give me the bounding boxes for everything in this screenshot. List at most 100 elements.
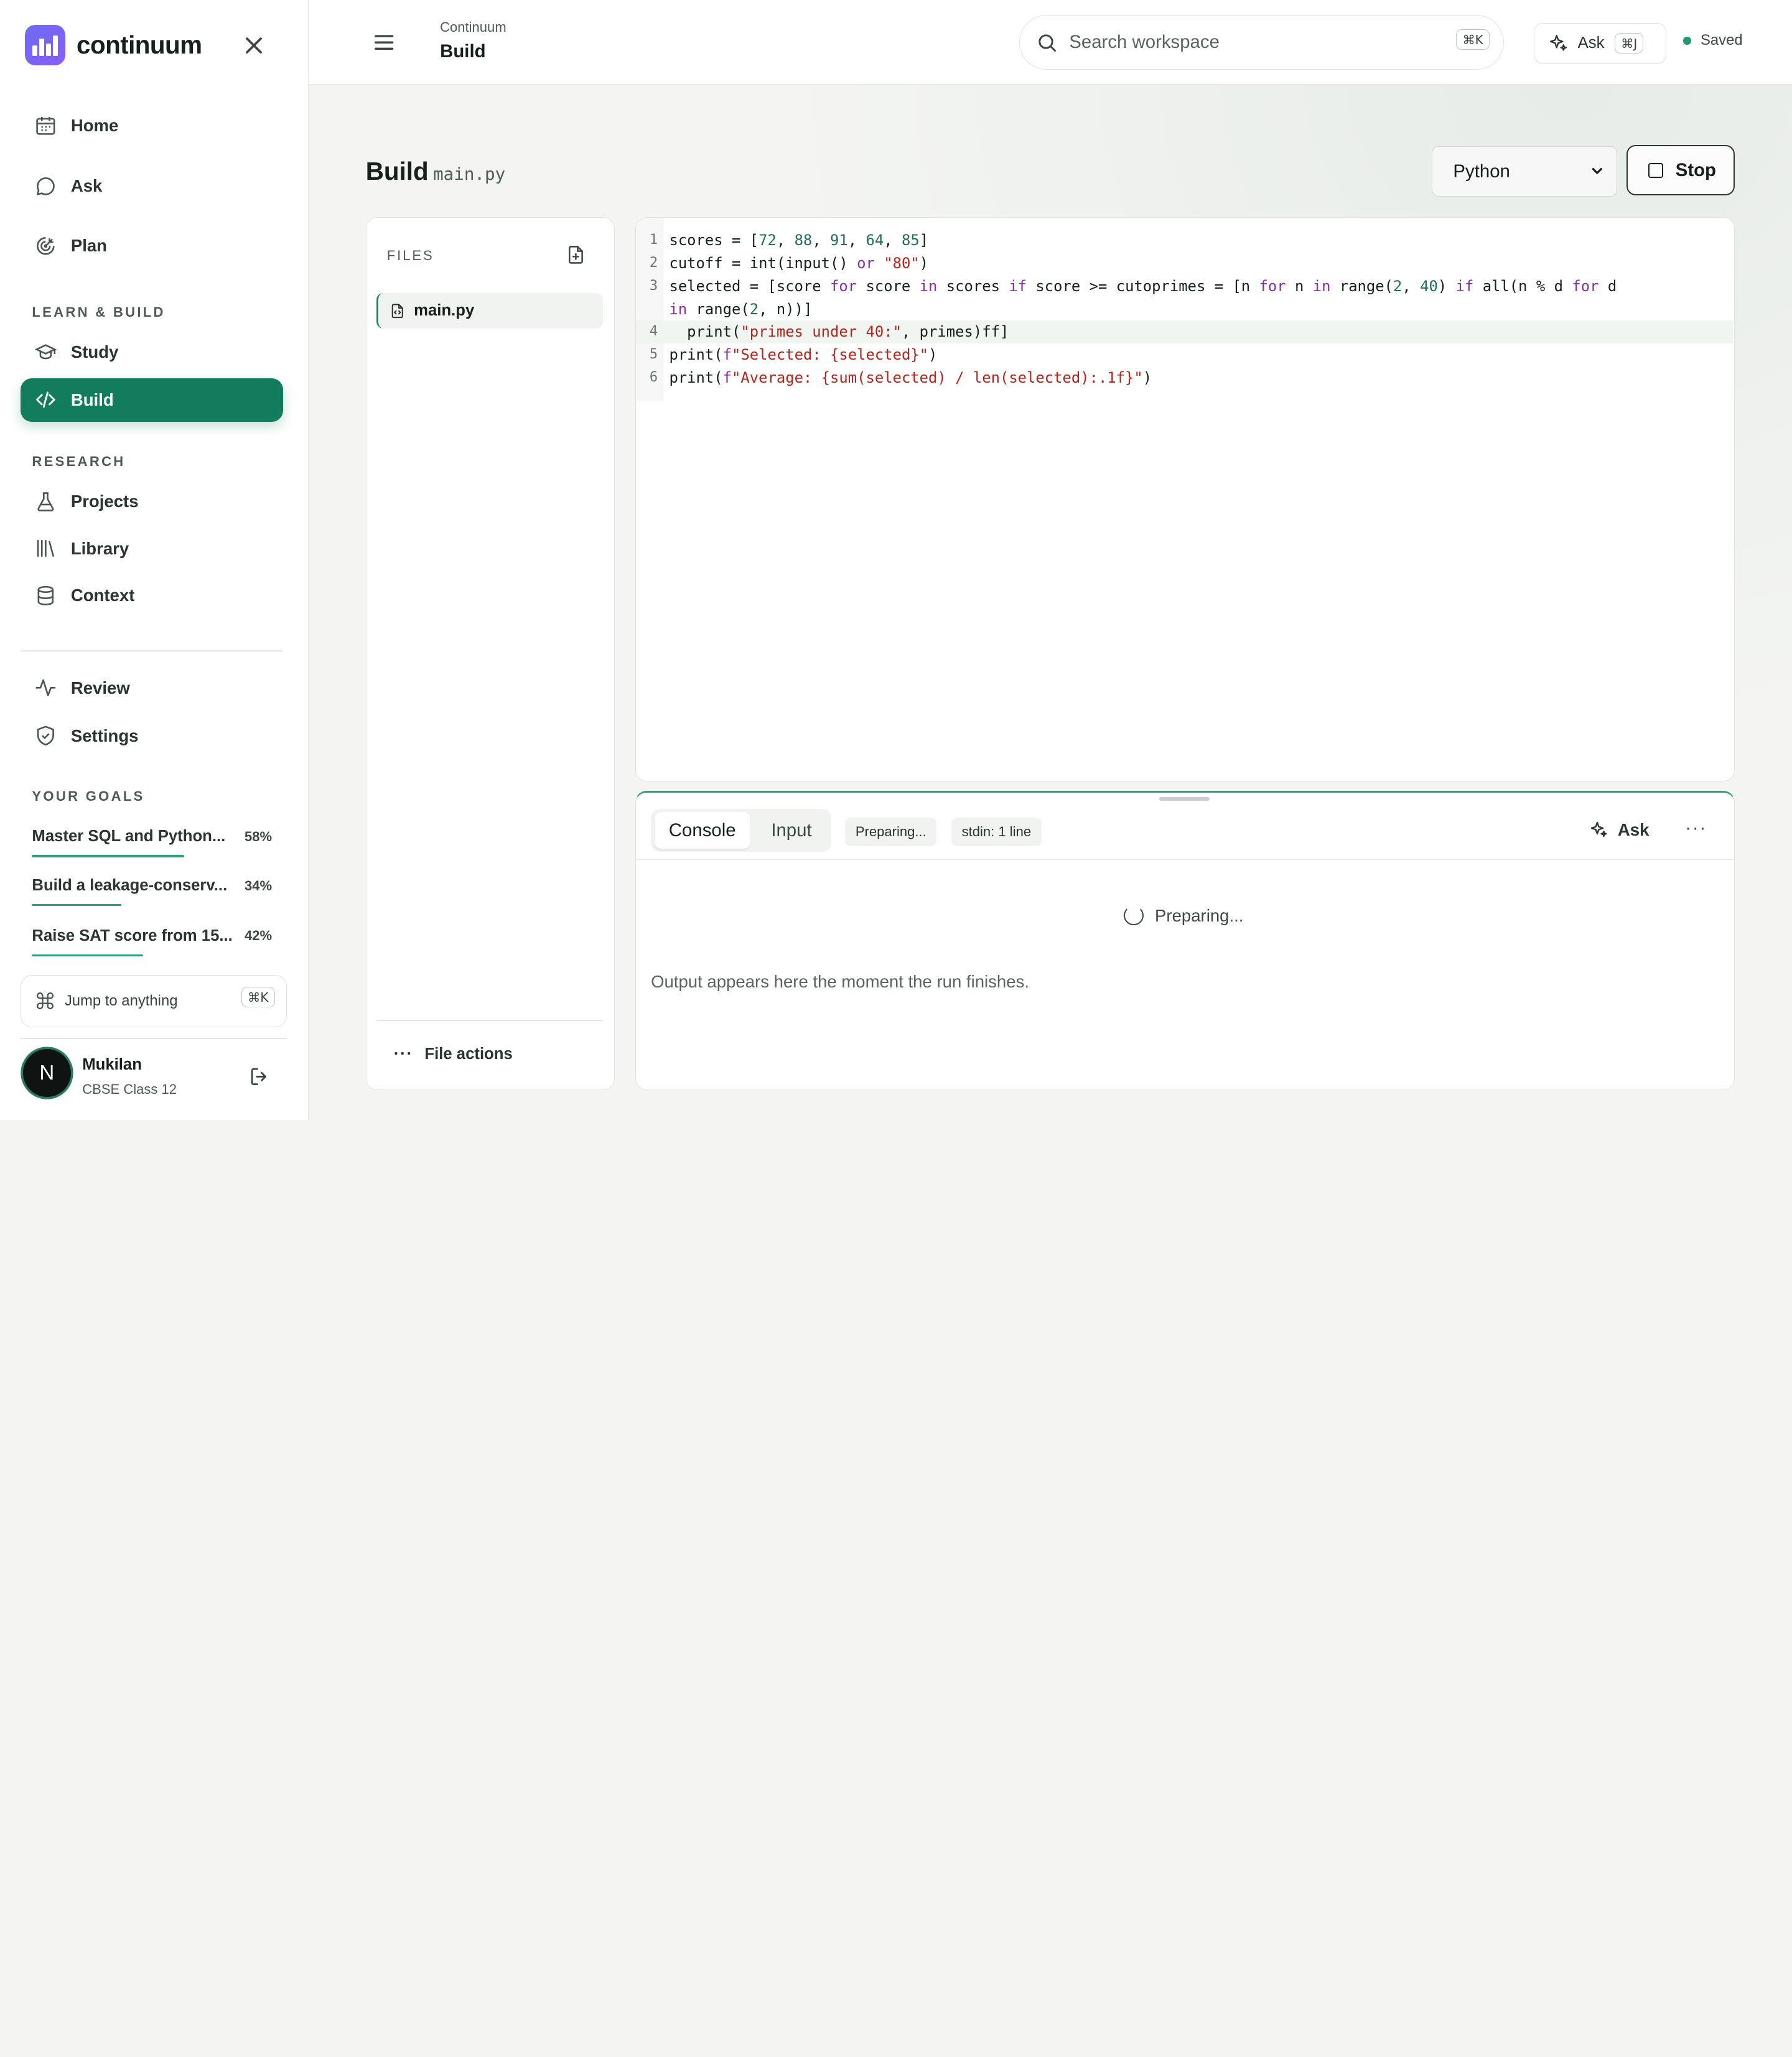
resize-handle[interactable] [1159, 797, 1210, 801]
user-subtitle: CBSE Class 12 [82, 1081, 177, 1097]
nav-context-label: Context [70, 585, 135, 605]
goal-item[interactable]: Master SQL and Python... 58% [32, 828, 272, 862]
code-line[interactable]: 5 print(f"Selected: {selected}") [636, 343, 1733, 366]
save-status-label: Saved [1700, 32, 1743, 49]
file-actions-button[interactable]: ··· File actions [394, 1045, 513, 1063]
nav-library[interactable]: Library [21, 527, 283, 571]
code-editor[interactable]: 1 scores = [72, 88, 91, 64, 85] 2 cutoff = … [635, 217, 1735, 782]
goal-item[interactable]: Raise SAT score from 15... 42% [32, 927, 272, 961]
sidebar-divider [21, 650, 284, 651]
logout-icon[interactable] [248, 1065, 271, 1088]
brand-name: continuum [77, 30, 202, 60]
user-name: Mukilan [82, 1056, 142, 1074]
jump-label: Jump to anything [64, 992, 178, 1009]
code-line[interactable]: 1 scores = [72, 88, 91, 64, 85] [636, 229, 1733, 252]
tab-console[interactable]: Console [654, 812, 750, 849]
brand[interactable]: continuum [25, 25, 202, 65]
sparkle-icon [1590, 822, 1607, 837]
nav-settings-label: Settings [70, 725, 139, 745]
activity-icon [35, 679, 56, 697]
nav-library-label: Library [70, 538, 129, 558]
nav-projects-label: Projects [70, 492, 139, 511]
console-tabs: Console Input [651, 808, 832, 852]
brand-logo-icon [25, 25, 65, 65]
ask-shortcut: ⌘J [1614, 33, 1644, 54]
console-hint: Output appears here the moment the run f… [651, 972, 1029, 992]
nav-ask[interactable]: Ask [21, 164, 283, 208]
console-more-button[interactable]: ··· [1685, 818, 1707, 839]
file-item-main-py[interactable]: main.py [376, 293, 603, 329]
breadcrumb-parent[interactable]: Continuum [440, 19, 506, 35]
search-shortcut: ⌘K [1456, 29, 1490, 50]
user-divider [21, 1037, 287, 1039]
goal-title: Build a leakage-conserv... [32, 876, 228, 894]
nav-ask-label: Ask [70, 176, 103, 196]
console-panel: Console Input Preparing... stdin: 1 line… [635, 790, 1735, 1091]
files-panel: FILES main.py ··· File actions [365, 217, 615, 1091]
line-number: 5 [649, 347, 658, 362]
nav-settings[interactable]: Settings [21, 714, 283, 758]
status-dot [1683, 37, 1692, 45]
code-text: print(f"Selected: {selected}") [669, 346, 938, 363]
nav-home[interactable]: Home [21, 104, 283, 147]
more-icon: ··· [393, 1045, 414, 1063]
code-line[interactable]: 4 print("primes under 40:", primes)ff] [636, 320, 1734, 343]
nav-projects[interactable]: Projects [21, 480, 283, 523]
menu-icon[interactable] [371, 30, 396, 55]
nav-review[interactable]: Review [21, 666, 283, 710]
console-status-label: Preparing... [1155, 905, 1244, 925]
nav-plan[interactable]: Plan [21, 224, 283, 268]
nav-plan-label: Plan [70, 235, 108, 255]
code-line[interactable]: 6 print(f"Average: {sum(selected) / len(s… [636, 366, 1733, 389]
nav-review-label: Review [70, 678, 130, 697]
app-root: continuum Home Ask Plan LEARN & BUILD St… [0, 0, 1792, 1120]
ask-button[interactable]: Ask ⌘J [1533, 22, 1666, 64]
nav-context[interactable]: Context [21, 574, 283, 617]
close-sidebar-icon[interactable] [240, 32, 268, 59]
page-title: Build [365, 156, 429, 185]
files-divider [376, 1020, 603, 1022]
ask-label: Ask [1577, 34, 1605, 52]
language-value: Python [1453, 161, 1510, 182]
breadcrumb-current: Build [440, 41, 486, 62]
code-line[interactable]: 3 selected = [score for score in scores i… [636, 275, 1733, 298]
console-ask-button[interactable]: Ask [1589, 820, 1649, 840]
goal-title: Raise SAT score from 15... [32, 926, 232, 945]
goal-percent: 42% [245, 928, 273, 944]
files-label: FILES [386, 247, 434, 263]
nav-study[interactable]: Study [21, 330, 283, 374]
command-icon [37, 992, 54, 1010]
stop-label: Stop [1675, 159, 1716, 180]
goal-progress-bar [32, 954, 143, 957]
goal-item[interactable]: Build a leakage-conserv... 34% [32, 877, 272, 911]
line-number: 1 [649, 232, 658, 248]
stop-icon [1648, 162, 1663, 178]
jump-to-anything-button[interactable]: Jump to anything ⌘K [21, 974, 287, 1028]
avatar[interactable]: N [22, 1049, 71, 1098]
section-learn-build: LEARN & BUILD [32, 304, 166, 320]
code-file-icon [391, 304, 403, 319]
nav-study-label: Study [70, 342, 119, 361]
nav-build[interactable]: Build [21, 378, 284, 422]
sidebar: continuum Home Ask Plan LEARN & BUILD St… [0, 0, 309, 1120]
console-divider [636, 859, 1735, 861]
code-icon [35, 391, 56, 408]
language-select[interactable]: Python [1432, 146, 1617, 197]
sparkle-icon [1549, 35, 1567, 51]
nav-home-label: Home [70, 116, 119, 136]
stop-button[interactable]: Stop [1626, 145, 1735, 196]
code-line[interactable]: 2 cutoff = int(input() or "80") [636, 252, 1733, 275]
shield-icon [37, 725, 54, 746]
goal-progress-bar [32, 903, 121, 907]
line-number: 6 [649, 369, 658, 385]
code-line[interactable]: in range(2, n))] [636, 298, 1733, 321]
goal-percent: 58% [245, 828, 273, 844]
database-icon [37, 585, 54, 605]
line-number: 2 [649, 255, 658, 271]
search-input[interactable]: Search workspace ⌘K [1019, 14, 1505, 70]
tab-input[interactable]: Input [754, 812, 829, 849]
flask-icon [37, 492, 54, 511]
search-placeholder: Search workspace [1069, 31, 1220, 52]
code-text: in range(2, n))] [669, 300, 813, 318]
new-file-icon[interactable] [565, 244, 587, 266]
